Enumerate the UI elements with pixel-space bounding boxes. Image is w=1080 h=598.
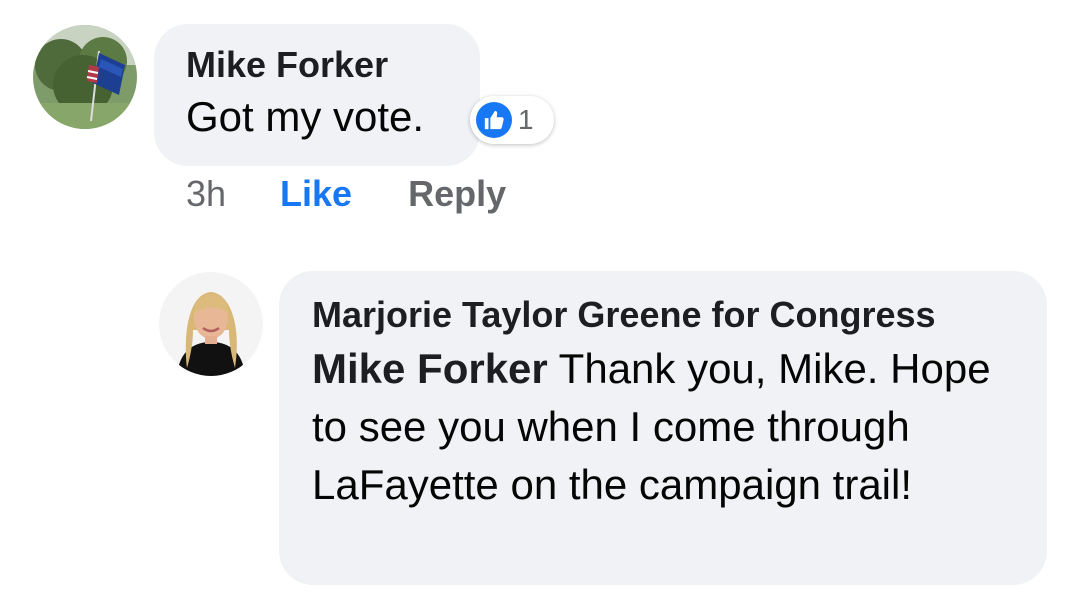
- reply-avatar[interactable]: [159, 272, 263, 376]
- comment-text: Got my vote.: [186, 93, 425, 140]
- like-button[interactable]: Like: [280, 172, 352, 216]
- reaction-summary[interactable]: 1: [470, 96, 554, 144]
- reply-text: Mike Forker Thank you, Mike. Hope to see…: [312, 340, 1027, 514]
- thumbs-up-icon: [476, 102, 512, 138]
- comment-timestamp[interactable]: 3h: [186, 172, 226, 216]
- profile-photo-icon: [33, 25, 137, 129]
- reply-bubble: Marjorie Taylor Greene for Congress Mike…: [279, 271, 1047, 585]
- mention-link[interactable]: Mike Forker: [312, 345, 548, 392]
- comment-author[interactable]: Mike Forker: [186, 43, 480, 87]
- reply-author[interactable]: Marjorie Taylor Greene for Congress: [312, 293, 1027, 337]
- avatar[interactable]: [33, 25, 137, 129]
- reply-button[interactable]: Reply: [408, 172, 506, 216]
- comment-bubble: Mike Forker Got my vote.: [154, 24, 480, 166]
- reaction-count: 1: [518, 104, 534, 135]
- comment-actions: 3h Like Reply: [186, 172, 506, 216]
- profile-photo-icon: [159, 272, 263, 376]
- comment-thread: Mike Forker Got my vote. 1 3h Like Reply…: [0, 0, 1080, 598]
